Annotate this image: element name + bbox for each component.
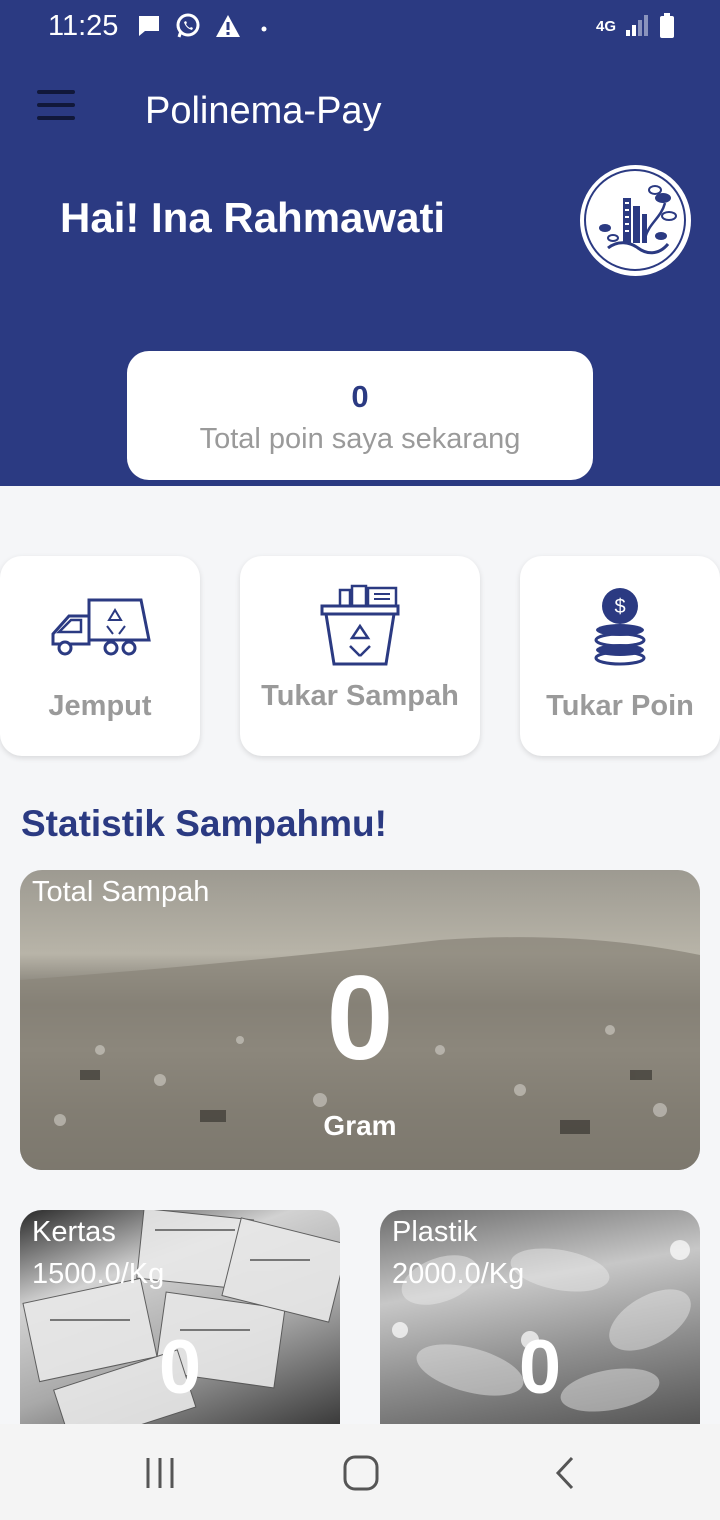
status-bar: 11:25 4G — [0, 0, 720, 56]
back-icon[interactable] — [550, 1452, 580, 1494]
home-icon[interactable] — [342, 1452, 380, 1494]
coins-icon: $ — [594, 588, 646, 666]
hamburger-menu-button[interactable] — [30, 90, 82, 130]
total-sampah-unit: Gram — [323, 1110, 397, 1141]
status-system-icons: 4G — [596, 12, 676, 40]
recent-apps-icon[interactable] — [144, 1452, 176, 1494]
total-sampah-value: 0 — [326, 951, 394, 1085]
svg-text:$: $ — [614, 596, 625, 618]
menu-bar — [37, 90, 75, 94]
tukar-poin-label: Tukar Poin — [546, 690, 694, 722]
warning-icon — [216, 15, 240, 37]
app-title: Polinema-Pay — [145, 90, 382, 132]
plastik-card[interactable]: Plastik 2000.0/Kg 0 — [380, 1210, 700, 1424]
plastik-label: Plastik — [392, 1216, 478, 1248]
truck-icon — [51, 598, 151, 656]
plastik-price: 2000.0/Kg — [392, 1258, 525, 1290]
menu-bar — [37, 116, 75, 120]
avatar[interactable] — [580, 165, 691, 276]
eco-building-logo-icon — [584, 169, 686, 271]
greeting-text: Hai! Ina Rahmawati — [60, 194, 446, 241]
network-type: 4G — [595, 17, 616, 35]
plastik-value: 0 — [518, 1325, 562, 1410]
tukar-sampah-button[interactable]: Tukar Sampah — [240, 556, 480, 756]
points-value: 0 — [351, 379, 369, 414]
menu-bar — [37, 103, 75, 107]
status-time: 11:25 — [48, 10, 119, 42]
kertas-label: Kertas — [32, 1216, 116, 1248]
kertas-card[interactable]: Kertas 1500.0/Kg 0 — [20, 1210, 340, 1424]
dot-icon — [261, 26, 267, 32]
recycle-bin-icon — [320, 584, 400, 666]
status-notification-icons — [136, 12, 274, 40]
battery-icon — [660, 13, 674, 38]
signal-icon — [626, 15, 648, 36]
total-sampah-card[interactable]: Total Sampah 0 Gram — [20, 870, 700, 1170]
tukar-poin-button[interactable]: $ Tukar Poin — [520, 556, 720, 756]
jemput-button[interactable]: Jemput — [0, 556, 200, 756]
tukar-sampah-label: Tukar Sampah — [261, 680, 459, 712]
kertas-price: 1500.0/Kg — [32, 1258, 165, 1290]
whatsapp-icon — [176, 13, 200, 38]
points-card: 0 Total poin saya sekarang — [127, 351, 593, 480]
total-sampah-label: Total Sampah — [32, 876, 210, 908]
message-icon — [139, 16, 159, 36]
app-header: Polinema-Pay Hai! Ina Rahmawati 0 Total … — [0, 56, 720, 486]
system-nav-bar — [0, 1424, 720, 1520]
points-label: Total poin saya sekarang — [199, 423, 521, 455]
stats-title: Statistik Sampahmu! — [21, 803, 387, 844]
jemput-label: Jemput — [48, 690, 152, 722]
kertas-value: 0 — [158, 1325, 202, 1410]
